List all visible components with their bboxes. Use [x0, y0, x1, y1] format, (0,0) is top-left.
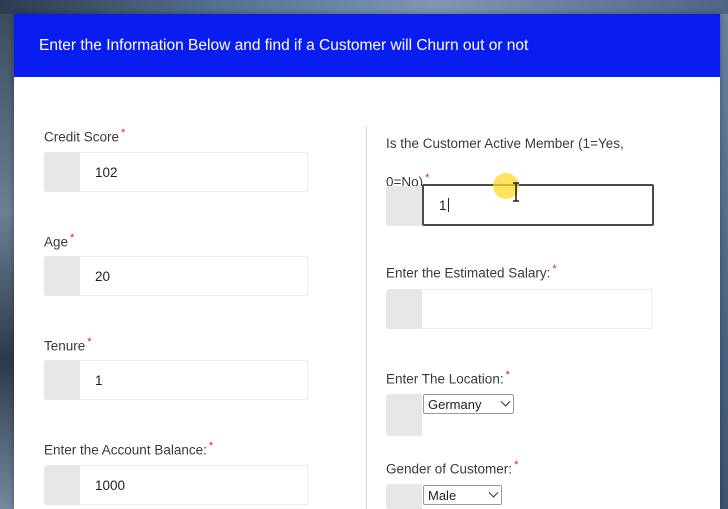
form-header: Enter the Information Below and find if …: [14, 14, 720, 77]
estimated-salary-label: Enter the Estimated Salary: *: [386, 263, 557, 281]
credit-score-label-text: Credit Score: [44, 129, 120, 145]
required-mark: *: [514, 459, 519, 471]
form-title: Enter the Information Below and find if …: [39, 36, 529, 54]
required-mark: *: [208, 440, 214, 452]
age-label-text: Age: [44, 234, 69, 250]
input-addon: [44, 256, 80, 296]
column-divider: [366, 126, 367, 509]
form-card: Enter the Information Below and find if …: [14, 14, 720, 509]
location-label: Enter The Location: *: [386, 369, 510, 387]
input-addon: [44, 465, 80, 505]
chevron-down-icon: [500, 396, 511, 407]
account-balance-label-text: Enter the Account Balance:: [44, 442, 207, 458]
location-label-text: Enter The Location:: [386, 371, 504, 387]
age-label: Age *: [44, 232, 74, 250]
background-right: [720, 14, 728, 509]
gender-label: Gender of Customer: *: [386, 459, 518, 477]
text-cursor-icon: [513, 182, 519, 202]
age-input[interactable]: 20: [80, 256, 308, 296]
input-addon: [386, 186, 422, 226]
tenure-label: Tenure *: [44, 336, 92, 354]
location-select[interactable]: Germany: [423, 394, 514, 414]
active-member-label-line1: Is the Customer Active Member (1=Yes,: [386, 136, 624, 151]
background-top: [0, 0, 728, 14]
required-mark: *: [87, 336, 92, 348]
required-mark: *: [552, 263, 557, 275]
input-addon: [44, 152, 80, 192]
credit-score-group: 102: [44, 152, 308, 192]
gender-select[interactable]: Male: [423, 485, 502, 505]
credit-score-input[interactable]: 102: [80, 152, 308, 192]
location-selected: Germany: [428, 396, 482, 412]
estimated-salary-input[interactable]: [422, 289, 652, 329]
input-addon: [386, 289, 422, 329]
chevron-down-icon: [488, 487, 499, 498]
input-addon: [386, 484, 422, 509]
age-group: 20: [44, 256, 308, 296]
account-balance-input[interactable]: 1000: [80, 465, 308, 505]
estimated-salary-label-text: Enter the Estimated Salary:: [386, 265, 551, 281]
input-addon: [386, 394, 422, 436]
credit-score-label: Credit Score *: [44, 127, 125, 145]
text-caret: [447, 198, 449, 212]
required-mark: *: [505, 369, 510, 381]
active-member-group: 1: [386, 184, 654, 226]
tenure-input[interactable]: 1: [80, 360, 308, 400]
account-balance-group: 1000: [44, 465, 308, 505]
tenure-label-text: Tenure: [44, 338, 86, 354]
required-mark: *: [70, 232, 75, 244]
account-balance-label: Enter the Account Balance: *: [44, 440, 213, 458]
estimated-salary-group: [386, 289, 652, 329]
required-mark: *: [425, 172, 430, 184]
required-mark: *: [121, 127, 126, 139]
background-left: [0, 14, 14, 509]
active-member-value: 1: [439, 197, 447, 213]
tenure-group: 1: [44, 360, 308, 400]
gender-selected: Male: [428, 487, 457, 503]
gender-label-text: Gender of Customer:: [386, 461, 513, 477]
input-addon: [44, 360, 80, 400]
active-member-input[interactable]: 1: [422, 184, 654, 226]
